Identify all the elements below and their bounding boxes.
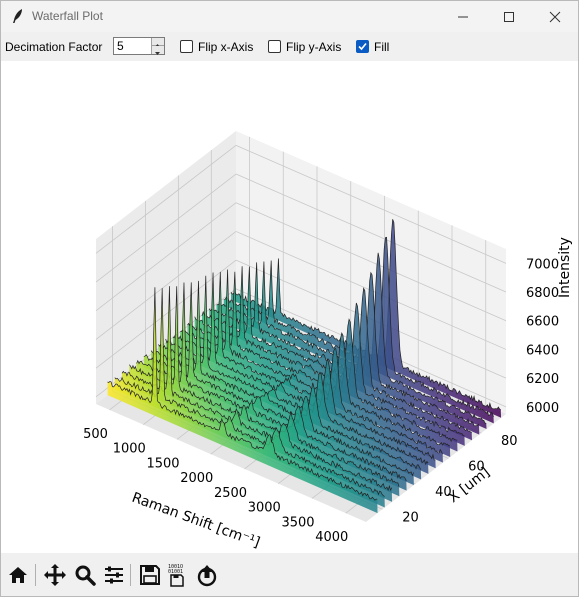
- control-bar: Decimation Factor 5 Flip x-Axis Flip y-A…: [1, 33, 578, 61]
- export-button[interactable]: [194, 562, 220, 588]
- minimize-icon: [458, 16, 468, 17]
- x-tick-label: 3000: [248, 501, 281, 516]
- y-tick-label: 80: [501, 434, 518, 449]
- x-tick-label: 1000: [113, 442, 146, 457]
- plot-canvas[interactable]: 500 1000 1500 2000 2500 3000 3500 4000 20 40 60 80 6…: [1, 61, 578, 553]
- pan-button[interactable]: [42, 562, 68, 588]
- x-tick-label: 2500: [214, 486, 247, 501]
- spin-up-button[interactable]: [151, 38, 164, 47]
- feather-icon: [13, 9, 22, 23]
- waterfall-chart[interactable]: 5001000150020002500300035004000204060806…: [1, 61, 578, 553]
- flip-y-checkbox[interactable]: [268, 40, 281, 53]
- decimation-value[interactable]: 5: [117, 39, 124, 53]
- z-tick-label: 6400: [526, 343, 559, 358]
- arrow-down-icon: [155, 52, 160, 55]
- home-icon: [9, 567, 27, 583]
- maximize-button[interactable]: [486, 1, 532, 32]
- x-tick-label: 3500: [281, 515, 314, 530]
- x-tick-label: 1500: [146, 456, 179, 471]
- fill-label: Fill: [374, 40, 390, 54]
- z-axis-title: Intensity: [557, 237, 573, 298]
- zoom-button[interactable]: [72, 562, 98, 588]
- x-tick-label: 500: [83, 427, 108, 442]
- save-data-icon: 1001O 01001: [168, 564, 184, 587]
- minimize-button[interactable]: [440, 1, 486, 32]
- toolbar-separator: [35, 564, 36, 586]
- pan-icon: [44, 564, 66, 586]
- toolbar-separator: [130, 564, 131, 586]
- save-data-button[interactable]: 1001O 01001: [165, 562, 191, 588]
- maximize-icon: [504, 11, 514, 22]
- app-window: Waterfall Plot Decimation Factor 5 Flip …: [0, 0, 579, 597]
- flip-y-label: Flip y-Axis: [286, 40, 342, 54]
- save-button[interactable]: [137, 562, 163, 588]
- export-icon: [197, 565, 217, 587]
- flip-x-label: Flip x-Axis: [198, 40, 254, 54]
- close-button[interactable]: [532, 1, 578, 32]
- z-tick-label: 6600: [526, 315, 559, 330]
- flip-x-checkbox[interactable]: [180, 40, 193, 53]
- x-tick-label: 2000: [180, 471, 213, 486]
- navigation-toolbar: 1001O 01001: [1, 554, 578, 596]
- configure-icon: [105, 566, 123, 584]
- z-tick-label: 6000: [526, 401, 559, 416]
- z-tick-label: 6200: [526, 372, 559, 387]
- fill-checkbox[interactable]: [356, 40, 369, 53]
- svg-text:01001: 01001: [168, 569, 183, 575]
- decimation-spinbox[interactable]: 5: [113, 37, 165, 55]
- configure-button[interactable]: [101, 562, 127, 588]
- close-icon: [549, 11, 561, 22]
- title-bar: Waterfall Plot: [1, 1, 578, 32]
- decimation-label: Decimation Factor: [5, 40, 103, 54]
- zoom-icon: [75, 565, 96, 586]
- x-tick-label: 4000: [315, 530, 348, 545]
- spin-down-button[interactable]: [151, 46, 164, 55]
- checkmark-icon: [358, 42, 367, 51]
- z-tick-label: 7000: [526, 257, 559, 272]
- y-tick-label: 20: [402, 510, 419, 525]
- window-title: Waterfall Plot: [32, 9, 103, 23]
- z-tick-label: 6800: [526, 286, 559, 301]
- home-button[interactable]: [5, 562, 31, 588]
- save-icon: [140, 565, 160, 585]
